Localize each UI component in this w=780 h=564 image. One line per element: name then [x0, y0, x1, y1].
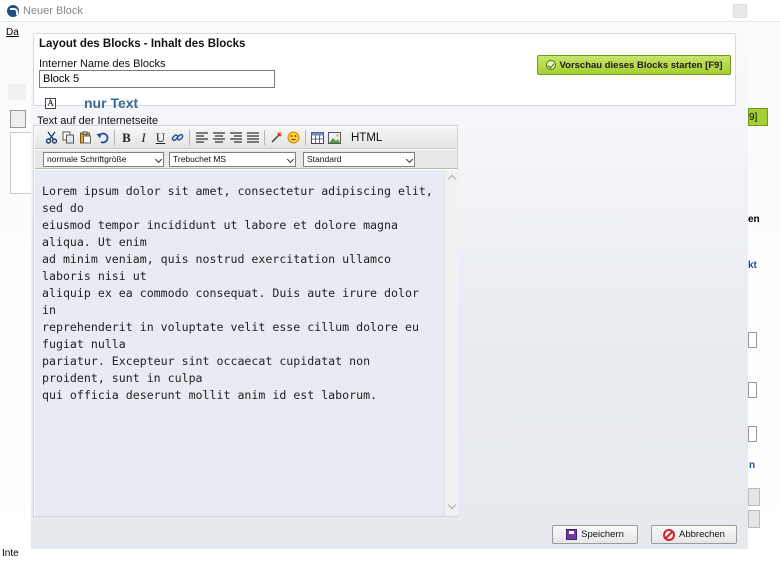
link-icon[interactable]	[169, 130, 186, 146]
layout-section-title: Layout des Blocks - Inhalt des Blocks	[39, 38, 246, 50]
font-size-select-value: normale Schriftgröße	[47, 154, 127, 164]
clean-icon[interactable]	[268, 130, 285, 146]
background-link-fragment[interactable]: kt	[748, 260, 757, 271]
close-button[interactable]	[733, 4, 747, 18]
background-field-3[interactable]	[748, 426, 757, 442]
align-center-icon[interactable]	[210, 130, 227, 146]
save-button-label: Speichern	[581, 529, 624, 540]
window-title: Neuer Block	[23, 5, 83, 17]
image-icon[interactable]	[326, 130, 343, 146]
menu-fragment[interactable]: Da	[6, 27, 19, 38]
app-icon	[7, 5, 19, 17]
chevron-down-icon	[286, 155, 295, 164]
style-select[interactable]: Standard	[303, 152, 415, 167]
home-icon[interactable]	[8, 84, 26, 100]
copy-icon[interactable]	[60, 130, 77, 146]
background-button-1[interactable]	[748, 488, 760, 506]
background-link-fragment-2[interactable]: n	[749, 460, 755, 471]
editor-content[interactable]: Lorem ipsum dolor sit amet, consectetur …	[35, 170, 444, 516]
bold-icon[interactable]: B	[118, 130, 135, 146]
background-toolbar-button[interactable]	[10, 110, 26, 128]
cancel-icon	[663, 528, 676, 541]
window-titlebar: Neuer Block	[0, 0, 780, 22]
check-icon	[545, 60, 556, 70]
preview-button-label: Vorschau dieses Blocks starten [F9]	[559, 59, 723, 71]
scroll-up-icon[interactable]	[447, 174, 457, 184]
paste-icon[interactable]	[77, 130, 94, 146]
align-right-icon[interactable]	[227, 130, 244, 146]
toolbar-separator	[189, 130, 190, 145]
background-button-2[interactable]	[748, 510, 760, 528]
layout-section: Layout des Blocks - Inhalt des Blocks In…	[33, 33, 736, 111]
html-mode-button[interactable]: HTML	[351, 132, 382, 144]
table-icon[interactable]	[309, 130, 326, 146]
status-fragment: Inte	[2, 548, 19, 559]
smiley-icon[interactable]	[285, 130, 302, 146]
background-field-2[interactable]	[748, 382, 757, 398]
rich-text-editor: B I U HTML normale Schriftgröße Trebuche…	[33, 125, 458, 517]
scroll-down-icon[interactable]	[447, 500, 457, 510]
toolbar-separator	[114, 130, 115, 145]
save-button[interactable]: Speichern	[552, 525, 638, 544]
style-select-value: Standard	[307, 154, 342, 164]
editor-scrollbar[interactable]	[444, 170, 458, 516]
background-panel	[10, 132, 32, 194]
align-justify-icon[interactable]	[244, 130, 261, 146]
cancel-button[interactable]: Abbrechen	[651, 525, 737, 544]
text-type-icon: A	[45, 98, 56, 109]
toolbar-separator	[264, 130, 265, 145]
cancel-button-label: Abbrechen	[679, 529, 725, 540]
background-field-1[interactable]	[748, 332, 757, 348]
screen: Da 9] en kt n Inte Neuer Block Layout de…	[0, 0, 780, 564]
block-name-input[interactable]	[39, 70, 275, 88]
font-size-select[interactable]: normale Schriftgröße	[43, 152, 164, 167]
background-button-fragment: 9]	[749, 112, 758, 123]
background-heading-fragment: en	[748, 214, 760, 225]
underline-icon[interactable]: U	[152, 130, 169, 146]
editor-format-bar: normale Schriftgröße Trebuchet MS Standa…	[35, 150, 457, 169]
chevron-down-icon	[154, 155, 163, 164]
cut-icon[interactable]	[43, 130, 60, 146]
block-dialog: Layout des Blocks - Inhalt des Blocks In…	[31, 23, 748, 549]
save-icon	[566, 529, 578, 540]
block-name-label: Interner Name des Blocks	[39, 58, 166, 70]
font-family-select-value: Trebuchet MS	[173, 154, 227, 164]
toolbar-separator	[305, 130, 306, 145]
align-left-icon[interactable]	[193, 130, 210, 146]
chevron-down-icon	[405, 155, 414, 164]
undo-icon[interactable]	[94, 130, 111, 146]
font-family-select[interactable]: Trebuchet MS	[169, 152, 296, 167]
editor-toolbar: B I U HTML	[35, 127, 457, 149]
block-type-label: nur Text	[84, 95, 139, 111]
preview-button[interactable]: Vorschau dieses Blocks starten [F9]	[537, 55, 731, 75]
italic-icon[interactable]: I	[135, 130, 152, 146]
